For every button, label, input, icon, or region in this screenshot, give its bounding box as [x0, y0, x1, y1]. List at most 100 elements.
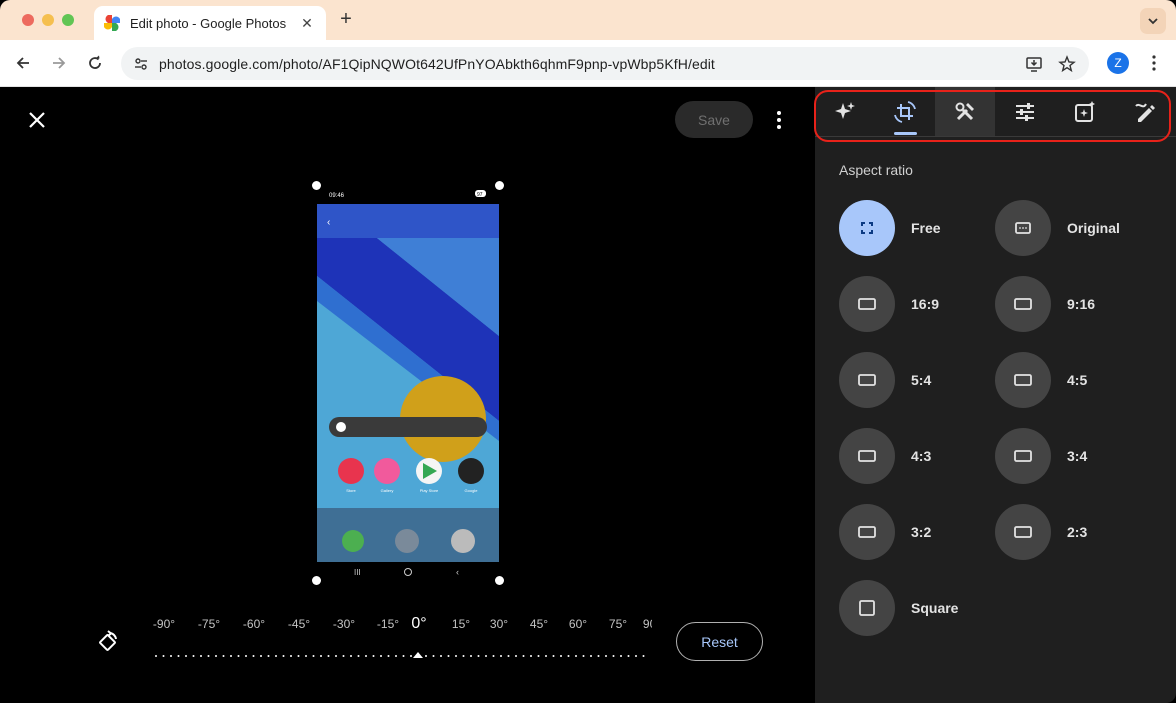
aspect-ratio-option[interactable]: Original	[995, 200, 1120, 256]
sparkle-icon	[835, 101, 855, 119]
new-tab-button[interactable]: +	[336, 8, 356, 31]
forward-button[interactable]	[48, 52, 70, 74]
ratio-icon	[839, 276, 895, 332]
save-button[interactable]: Save	[675, 101, 753, 138]
site-info-icon[interactable]	[133, 56, 149, 72]
reset-button[interactable]: Reset	[676, 622, 763, 661]
aspect-ratio-label: 4:5	[1067, 372, 1088, 388]
ratio-icon	[839, 352, 895, 408]
ratio-icon	[995, 276, 1051, 332]
aspect-ratio-label: 4:3	[911, 448, 932, 464]
google-photos-favicon-icon	[103, 14, 121, 32]
browser-tab[interactable]: Edit photo - Google Photos ✕	[94, 6, 326, 40]
browser-window: Edit photo - Google Photos ✕ + photos.go…	[0, 0, 1176, 703]
crop-handle-bottom-right[interactable]	[495, 576, 504, 585]
aspect-ratio-label: 5:4	[911, 372, 932, 388]
bookmark-star-icon[interactable]	[1058, 55, 1076, 73]
aspect-ratio-label: Square	[911, 600, 959, 616]
aspect-ratio-option[interactable]: Square	[839, 580, 958, 636]
close-icon	[29, 112, 45, 128]
address-bar[interactable]: photos.google.com/photo/AF1QipNQWOt642Uf…	[121, 47, 1089, 80]
tab-suggestions[interactable]	[815, 87, 875, 136]
more-vertical-icon	[1152, 55, 1156, 71]
chevron-down-icon	[1148, 18, 1158, 25]
aspect-ratio-option[interactable]: 3:2	[839, 504, 931, 560]
tab-close-icon[interactable]: ✕	[298, 15, 316, 32]
aspect-ratio-label: 3:2	[911, 524, 932, 540]
close-editor-button[interactable]	[24, 107, 50, 133]
status-battery: 97	[477, 192, 483, 198]
crop-rotate-icon	[894, 100, 916, 123]
browser-menu-button[interactable]	[1143, 52, 1165, 74]
aspect-ratio-option[interactable]: 4:5	[995, 352, 1087, 408]
angle-label: -30°	[332, 617, 356, 631]
tab-tools[interactable]	[935, 87, 995, 136]
original-ratio-icon	[995, 200, 1051, 256]
free-crop-icon	[839, 200, 895, 256]
tab-title: Edit photo - Google Photos	[130, 15, 287, 31]
aspect-ratio-option[interactable]: 5:4	[839, 352, 931, 408]
ratio-icon	[995, 352, 1051, 408]
angle-label: 60°	[568, 617, 588, 631]
status-time: 09:46	[329, 193, 345, 199]
tools-icon	[955, 102, 974, 120]
filters-icon	[1075, 100, 1095, 122]
ratio-icon	[995, 504, 1051, 560]
crop-handle-bottom-left[interactable]	[312, 576, 321, 585]
browser-toolbar: photos.google.com/photo/AF1QipNQWOt642Uf…	[0, 40, 1176, 87]
more-vertical-icon	[777, 111, 781, 129]
rotation-pointer-icon	[413, 652, 423, 658]
adjust-sliders-icon	[1016, 102, 1034, 121]
phone-screenshot-image: 09:46 97 ‹ III ‹ Store Gallery Play Stor…	[317, 186, 500, 581]
crop-handle-top-right[interactable]	[495, 181, 504, 190]
profile-avatar[interactable]: Z	[1107, 52, 1129, 74]
tool-tabs	[815, 87, 1176, 137]
aspect-ratio-option[interactable]: 2:3	[995, 504, 1087, 560]
arrow-right-icon	[53, 57, 66, 69]
svg-text:‹: ‹	[327, 217, 330, 228]
phone-app-label: Google	[465, 488, 479, 493]
back-button[interactable]	[12, 52, 34, 74]
aspect-ratio-option[interactable]: 4:3	[839, 428, 931, 484]
tab-search-button[interactable]	[1140, 8, 1166, 34]
reload-button[interactable]	[84, 52, 106, 74]
editor-more-options-button[interactable]	[770, 109, 788, 131]
markup-icon	[1135, 102, 1155, 122]
window-close-button[interactable]	[22, 14, 34, 26]
aspect-ratio-label: 2:3	[1067, 524, 1088, 540]
angle-label: -15°	[376, 617, 400, 631]
rotate-icon	[99, 630, 117, 651]
tab-adjust[interactable]	[995, 87, 1055, 136]
angle-label: 30°	[489, 617, 509, 631]
angle-label: 90°	[642, 617, 652, 631]
angle-label: -45°	[287, 617, 311, 631]
crop-frame[interactable]: 09:46 97 ‹ III ‹ Store Gallery Play Stor…	[312, 181, 504, 585]
angle-label: 0°	[411, 615, 427, 632]
angle-label: 45°	[529, 617, 549, 631]
tab-markup[interactable]	[1115, 87, 1175, 136]
phone-app-label: Store	[346, 488, 356, 493]
aspect-ratio-option[interactable]: 3:4	[995, 428, 1087, 484]
angle-label: -90°	[152, 617, 176, 631]
aspect-ratio-option[interactable]: 16:9	[839, 276, 939, 332]
rotation-dial[interactable]	[155, 653, 647, 659]
phone-app-label: Gallery	[381, 488, 394, 493]
photo-editor-canvas: Save 09:46 97 ‹ III ‹ Store Gallery Play…	[0, 87, 815, 703]
window-minimize-button[interactable]	[42, 14, 54, 26]
angle-label: 75°	[608, 617, 628, 631]
window-maximize-button[interactable]	[62, 14, 74, 26]
angle-label: -75°	[197, 617, 221, 631]
phone-app-label: Play Store	[420, 488, 439, 493]
aspect-ratio-option[interactable]: Free	[839, 200, 941, 256]
tab-filters[interactable]	[1055, 87, 1115, 136]
aspect-ratio-option[interactable]: 9:16	[995, 276, 1095, 332]
tab-crop[interactable]	[875, 87, 935, 136]
install-app-icon[interactable]	[1025, 55, 1043, 73]
rotate-90-button[interactable]	[96, 629, 120, 653]
tab-strip: Edit photo - Google Photos ✕ +	[0, 0, 1176, 40]
reload-icon	[89, 55, 101, 69]
angle-label: 15°	[451, 617, 471, 631]
arrow-left-icon	[16, 57, 29, 69]
crop-handle-top-left[interactable]	[312, 181, 321, 190]
aspect-ratio-label: 16:9	[911, 296, 940, 312]
